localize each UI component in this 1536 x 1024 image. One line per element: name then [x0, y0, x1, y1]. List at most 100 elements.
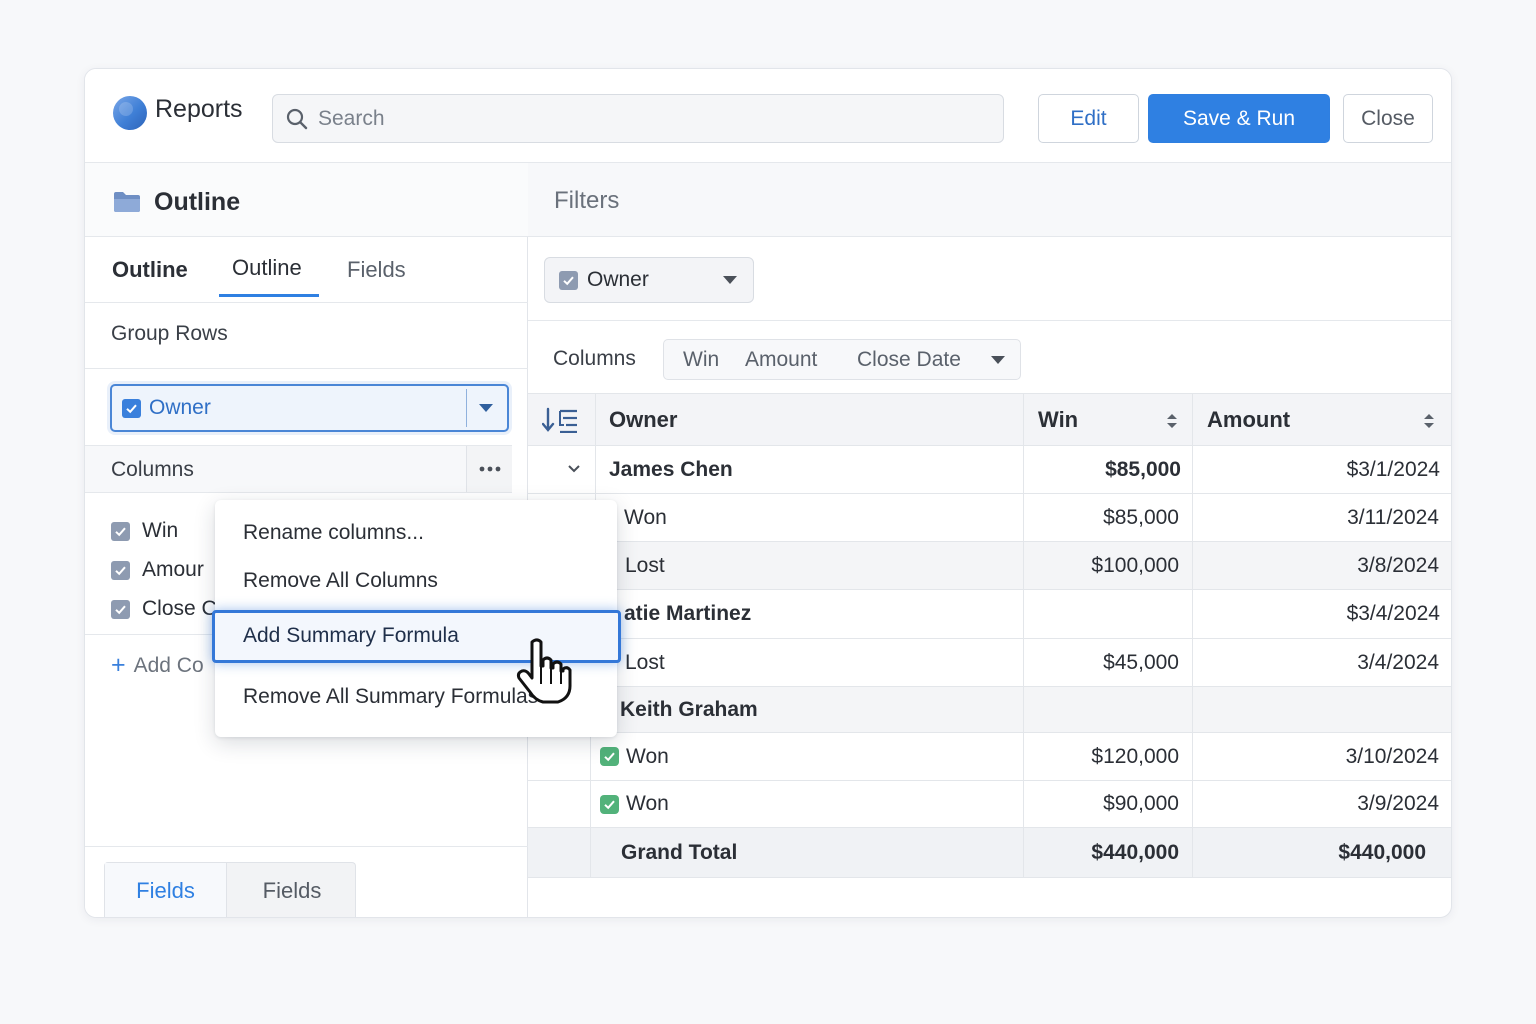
- amount-cell: 3/8/2024: [1357, 553, 1439, 577]
- table-header-row: Owner Win Amount: [528, 393, 1451, 446]
- column-chip: Close Date: [857, 348, 961, 371]
- group-rows-section: Group Rows: [85, 303, 528, 369]
- columns-label: Columns: [111, 458, 194, 481]
- amount-cell: 3/11/2024: [1347, 505, 1439, 529]
- owner-cell: Keith Graham: [620, 697, 758, 721]
- report-preview-panel: Filters Owner Columns Win Amount Close D…: [528, 163, 1451, 917]
- checkbox-checked-icon[interactable]: [111, 561, 130, 580]
- checkbox-checked-icon[interactable]: [600, 795, 619, 814]
- active-tab-indicator: [219, 294, 319, 297]
- menu-item-remove-all-summary-formulas[interactable]: Remove All Summary Formulas: [243, 685, 538, 709]
- outline-panel-title: Outline: [154, 188, 241, 216]
- add-column-button[interactable]: + Add Co: [111, 650, 204, 679]
- checkbox-checked-icon[interactable]: [122, 399, 141, 418]
- reports-logo-icon: [113, 96, 147, 130]
- amount-cell: 3/4/2024: [1357, 650, 1439, 674]
- chevron-down-icon[interactable]: [722, 275, 738, 285]
- column-header-owner[interactable]: Owner: [609, 394, 677, 445]
- table-row[interactable]: Lost $45,000 3/4/2024: [528, 639, 1451, 687]
- chevron-down-icon[interactable]: [990, 355, 1006, 365]
- save-and-run-button[interactable]: Save & Run: [1148, 94, 1330, 143]
- column-divider: [595, 446, 596, 493]
- search-box[interactable]: [272, 94, 1004, 143]
- folder-icon: [114, 192, 140, 212]
- checkbox-checked-icon[interactable]: [600, 747, 619, 766]
- table-row[interactable]: Won $90,000 3/9/2024: [528, 781, 1451, 828]
- tab-outline-primary[interactable]: Outline: [112, 257, 188, 283]
- win-cell: $45,000: [1103, 650, 1179, 674]
- column-divider: [590, 828, 591, 877]
- bottom-tabs: Fields Fields: [104, 862, 357, 917]
- menu-item-remove-all-columns[interactable]: Remove All Columns: [243, 569, 438, 593]
- plus-icon: +: [111, 651, 126, 679]
- outline-panel-header: Outline: [85, 163, 528, 237]
- grand-total-amount: $440,000: [1338, 840, 1426, 864]
- owner-cell: James Chen: [609, 457, 733, 481]
- filters-header: Filters: [528, 163, 1451, 237]
- group-rows-select[interactable]: Owner: [110, 384, 509, 432]
- menu-item-label: Add Summary Formula: [243, 624, 459, 647]
- amount-cell: 3/9/2024: [1357, 792, 1439, 815]
- table-row-total: Grand Total $440,000 $440,000: [528, 828, 1451, 878]
- divider: [528, 320, 1451, 321]
- checkbox-checked-icon[interactable]: [111, 522, 130, 541]
- columns-dropdown[interactable]: Win Amount Close Date: [663, 339, 1021, 380]
- close-button[interactable]: Close: [1343, 94, 1433, 143]
- divider: [85, 846, 528, 847]
- sort-toggle-icon[interactable]: [1166, 413, 1178, 429]
- owner-cell: atie Martinez: [624, 602, 752, 625]
- column-header-amount[interactable]: Amount: [1207, 394, 1290, 445]
- sort-grouping-icon[interactable]: [542, 407, 580, 433]
- add-column-label: Add Co: [133, 654, 204, 677]
- table-row[interactable]: Won $85,000 3/11/2024: [528, 494, 1451, 542]
- win-cell: $120,000: [1091, 744, 1179, 768]
- amount-cell: $3/1/2024: [1346, 457, 1440, 481]
- table-row-group[interactable]: atie Martinez $3/4/2024: [528, 590, 1451, 639]
- menu-item-rename-columns[interactable]: Rename columns...: [243, 521, 424, 545]
- win-cell: $100,000: [1091, 553, 1179, 577]
- status-cell: Won: [624, 505, 667, 529]
- report-builder-window: Reports Edit Save & Run Close Outline Ou…: [84, 68, 1452, 918]
- tab-fields[interactable]: Fields: [347, 257, 406, 283]
- status-cell: Lost: [625, 650, 665, 674]
- checkbox-checked-icon[interactable]: [111, 600, 130, 619]
- column-header-win[interactable]: Win: [1038, 394, 1078, 445]
- column-item-label: Amour: [142, 558, 204, 581]
- chevron-down-icon[interactable]: [478, 403, 494, 413]
- owner-filter-value: Owner: [587, 268, 649, 291]
- win-cell: $90,000: [1103, 792, 1179, 815]
- column-chip: Amount: [745, 348, 818, 371]
- win-cell: [1024, 590, 1181, 638]
- status-cell: Won: [626, 792, 669, 815]
- column-divider: [1023, 394, 1024, 445]
- table-row-group[interactable]: Keith Graham: [528, 687, 1451, 733]
- table-row[interactable]: Won $120,000 3/10/2024: [528, 733, 1451, 781]
- tab-outline-active[interactable]: Outline: [232, 255, 302, 281]
- checkbox-checked-icon[interactable]: [559, 271, 578, 290]
- sort-toggle-icon[interactable]: [1423, 413, 1435, 429]
- column-item-label: Win: [142, 519, 179, 542]
- win-cell: $85,000: [1103, 505, 1179, 529]
- edit-button[interactable]: Edit: [1038, 94, 1139, 143]
- bottom-tab-fields-active[interactable]: Fields: [105, 863, 227, 917]
- bottom-tab-fields[interactable]: Fields: [227, 863, 357, 917]
- column-divider: [590, 781, 591, 827]
- app-title: Reports: [155, 95, 243, 123]
- grand-total-win: $440,000: [1091, 840, 1179, 864]
- table-row[interactable]: Lost $100,000 3/8/2024: [528, 542, 1451, 590]
- filters-title: Filters: [554, 187, 620, 214]
- outline-tabs: Outline Outline Fields: [85, 237, 528, 303]
- amount-cell: $3/4/2024: [1346, 602, 1440, 625]
- columns-label: Columns: [553, 347, 636, 370]
- column-divider: [590, 733, 591, 780]
- grand-total-label: Grand Total: [621, 840, 738, 864]
- table-row-group[interactable]: James Chen $85,000 $3/1/2024: [528, 446, 1451, 494]
- header-bar: Reports Edit Save & Run Close: [85, 69, 1451, 163]
- group-rows-select-value: Owner: [149, 396, 211, 419]
- owner-filter-dropdown[interactable]: Owner: [544, 257, 754, 303]
- search-input[interactable]: [318, 105, 978, 133]
- chevron-down-icon[interactable]: [567, 464, 581, 474]
- column-chip: Win: [683, 348, 720, 371]
- win-cell: [1024, 687, 1181, 732]
- more-options-button[interactable]: [466, 446, 512, 492]
